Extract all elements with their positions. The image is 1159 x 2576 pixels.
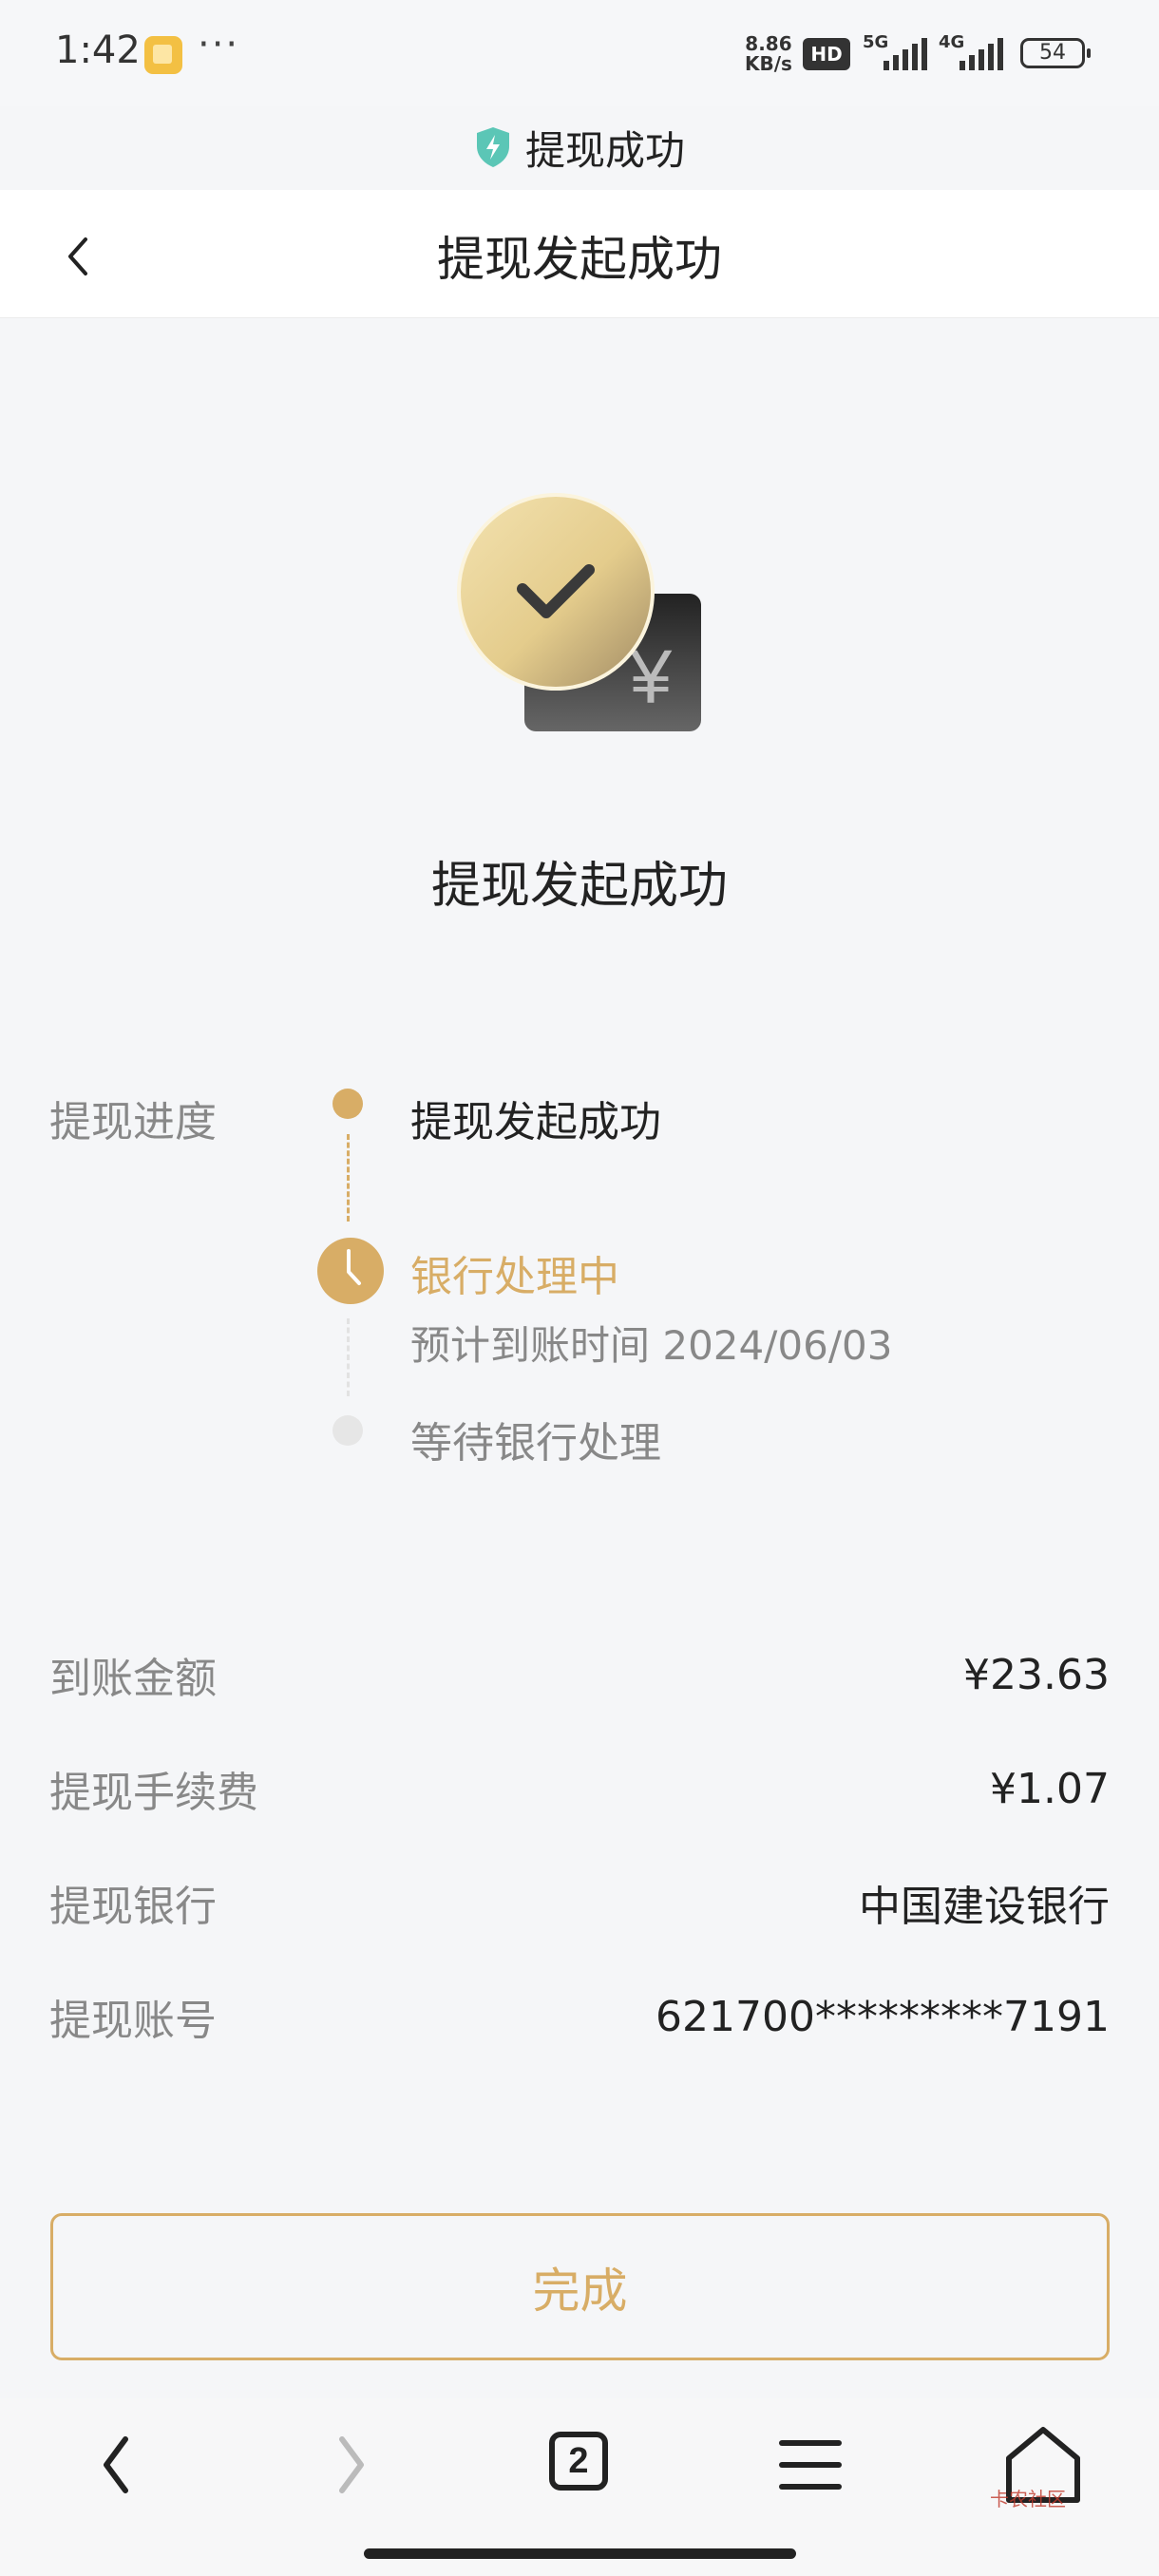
network-speed-value: 8.86 (745, 32, 792, 55)
detail-label: 提现手续费 (49, 1769, 258, 1817)
tabs-button[interactable]: 2 (532, 2422, 627, 2508)
menu-icon (779, 2440, 842, 2490)
progress-label: 提现进度 (49, 1098, 217, 1146)
detail-label: 提现账号 (49, 1997, 217, 2045)
step-2-eta: 预计到账时间 2024/06/03 (410, 1322, 893, 1369)
step-done-dot (332, 1089, 363, 1119)
network-speed: 8.86 KB/s (745, 34, 792, 74)
secure-bar-title: 提现成功 (524, 126, 685, 174)
detail-row-bank: 提现银行 中国建设银行 (49, 1869, 1110, 1936)
tab-count: 2 (549, 2432, 608, 2491)
detail-row-account: 提现账号 621700*********7191 (49, 1983, 1110, 2050)
home-indicator[interactable] (364, 2548, 796, 2559)
detail-value: ¥23.63 (963, 1650, 1110, 1699)
browser-back-button[interactable] (68, 2422, 163, 2508)
hd-call-badge: HD (803, 38, 850, 70)
step-2-label: 银行处理中 (410, 1253, 619, 1301)
notification-app-icon (144, 36, 182, 74)
secure-title-bar: 提现成功 (0, 114, 1159, 180)
more-notifications-icon: ··· (198, 23, 240, 66)
network-speed-unit: KB/s (745, 52, 792, 75)
browser-forward-button[interactable] (302, 2422, 397, 2508)
detail-label: 提现银行 (49, 1883, 217, 1931)
battery-icon: 54 (1020, 38, 1091, 68)
shield-bolt-icon (476, 127, 509, 167)
menu-button[interactable] (763, 2422, 858, 2508)
done-button[interactable]: 完成 (50, 2213, 1110, 2360)
clock-icon (317, 1238, 384, 1304)
detail-row-fee: 提现手续费 ¥1.07 (49, 1755, 1110, 1822)
back-button[interactable] (51, 228, 108, 285)
chevron-left-icon (68, 237, 87, 275)
step-connector (347, 1134, 350, 1222)
signal-5g-icon (884, 38, 927, 70)
step-1-label: 提现发起成功 (410, 1098, 661, 1146)
detail-row-amount: 到账金额 ¥23.63 (49, 1641, 1110, 1708)
check-coin-icon: ¥ (456, 489, 703, 736)
chevron-left-icon (104, 2436, 128, 2493)
watermark: 卡农社区 (990, 2488, 1066, 2510)
step-pending-dot (332, 1415, 363, 1446)
detail-value: 621700*********7191 (656, 1992, 1110, 2041)
status-time: 1:42 (55, 28, 141, 72)
signal-4g-icon (960, 38, 1003, 70)
step-connector-pending (347, 1318, 350, 1396)
detail-value: ¥1.07 (990, 1764, 1110, 1813)
chevron-right-icon (339, 2436, 364, 2493)
detail-value: 中国建设银行 (859, 1883, 1110, 1931)
step-3-label: 等待银行处理 (410, 1419, 661, 1468)
detail-label: 到账金额 (49, 1655, 217, 1703)
page-title: 提现发起成功 (437, 232, 722, 287)
hero-title: 提现发起成功 (430, 858, 728, 915)
